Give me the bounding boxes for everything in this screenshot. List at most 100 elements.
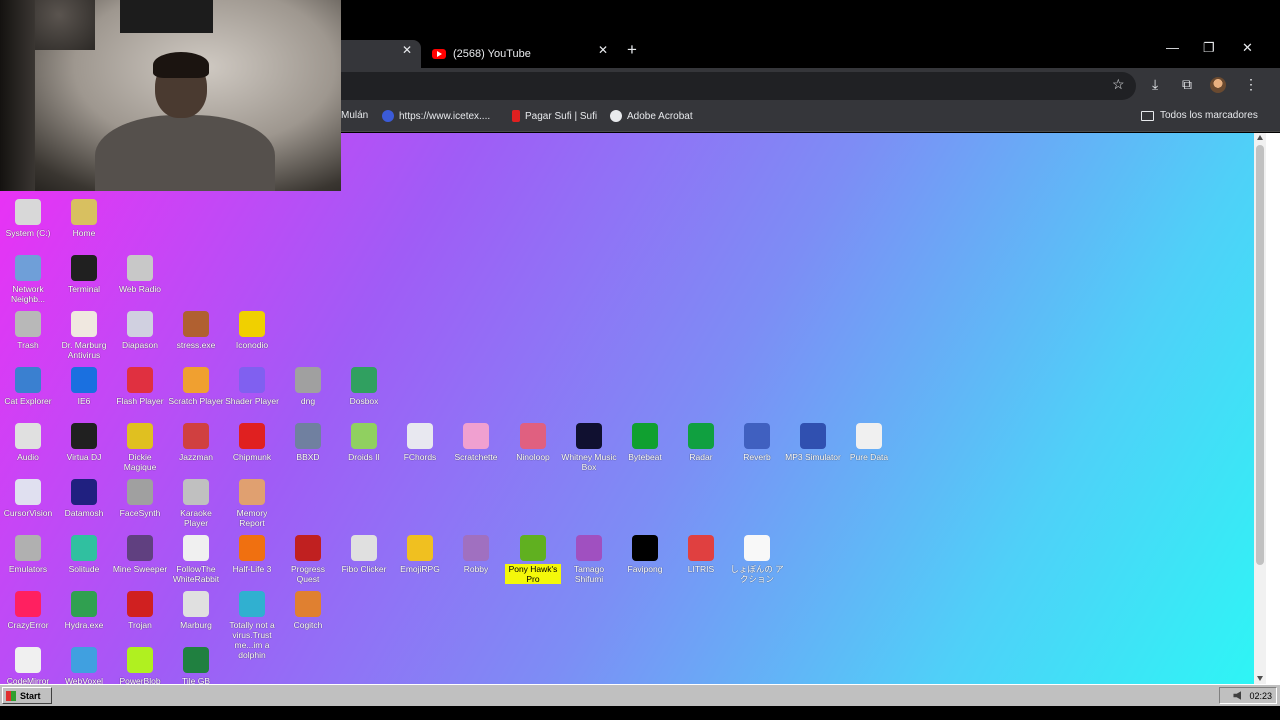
desktop-icon-droids-ii[interactable]: Droids II bbox=[336, 423, 392, 462]
desktop-icon-follow-the-white-rabbit[interactable]: FollowThe WhiteRabbit bbox=[168, 535, 224, 584]
minimize-button[interactable]: — bbox=[1166, 40, 1179, 55]
webcam-overlay bbox=[0, 0, 341, 191]
close-window-button[interactable]: ✕ bbox=[1242, 40, 1253, 56]
desktop-icon-crazyerror[interactable]: CrazyError bbox=[0, 591, 56, 630]
desktop-icon-shobon-action[interactable]: しょぼんの アクション bbox=[729, 535, 785, 584]
desktop-icon-chipmunk[interactable]: Chipmunk bbox=[224, 423, 280, 462]
desktop-icon-memory-report[interactable]: Memory Report bbox=[224, 479, 280, 528]
desktop-icon-trojan[interactable]: Trojan bbox=[112, 591, 168, 630]
desktop-icon-dng[interactable]: dng bbox=[280, 367, 336, 406]
desktop-icon-dolphin[interactable]: Totally not a virus.Trust me...im a dolp… bbox=[224, 591, 280, 660]
youtube-icon bbox=[432, 49, 446, 59]
desktop-icon-solitude[interactable]: Solitude bbox=[56, 535, 112, 574]
desktop-icon-label: BBXD bbox=[296, 452, 320, 462]
desktop-icon-datamosh[interactable]: Datamosh bbox=[56, 479, 112, 518]
desktop-icon-marburg[interactable]: Marburg bbox=[168, 591, 224, 630]
tab-close-icon[interactable]: ✕ bbox=[402, 43, 412, 57]
desktop-icon-tetris[interactable]: LITRIS bbox=[673, 535, 729, 574]
scroll-up-icon[interactable] bbox=[1257, 135, 1263, 140]
desktop-icon-tile-gb[interactable]: Tile GB bbox=[168, 647, 224, 686]
scrollbar-thumb[interactable] bbox=[1256, 145, 1264, 565]
bookmark-icetex[interactable]: https://www.icetex.... bbox=[382, 110, 490, 122]
desktop-icon-dosbox[interactable]: Dosbox bbox=[336, 367, 392, 406]
desktop-icon-fchords[interactable]: FChords bbox=[392, 423, 448, 462]
desktop-icon-terminal[interactable]: Terminal bbox=[56, 255, 112, 294]
webcam-person-hair bbox=[153, 52, 209, 78]
desktop-icon-radar[interactable]: Radar bbox=[673, 423, 729, 462]
desktop-icon-facesynth[interactable]: FaceSynth bbox=[112, 479, 168, 518]
address-bar[interactable] bbox=[341, 72, 1136, 100]
restore-button[interactable]: ❐ bbox=[1203, 40, 1215, 56]
download-icon[interactable]: ⤓ bbox=[1152, 76, 1158, 93]
profile-avatar-icon[interactable] bbox=[1210, 77, 1226, 93]
shobon-action-icon bbox=[744, 535, 770, 561]
desktop-icon-webvoxel[interactable]: WebVoxel bbox=[56, 647, 112, 686]
desktop-icon-reverb[interactable]: Reverb bbox=[729, 423, 785, 462]
desktop-icon-label: FollowThe WhiteRabbit bbox=[172, 564, 220, 584]
extension-icon[interactable]: ⧉ bbox=[1182, 76, 1192, 93]
desktop-icon-cursorvision[interactable]: CursorVision bbox=[0, 479, 56, 518]
desktop-icon-cogitch[interactable]: Cogitch bbox=[280, 591, 336, 630]
desktop-icon-bytebeat[interactable]: Bytebeat bbox=[617, 423, 673, 462]
desktop-icon-emojirpg[interactable]: EmojiRPG bbox=[392, 535, 448, 574]
desktop-icon-web-radio[interactable]: Web Radio bbox=[112, 255, 168, 294]
desktop-icon-mine-sweeper[interactable]: Mine Sweeper bbox=[112, 535, 168, 574]
desktop-icon-codemirror[interactable]: CodeMirror bbox=[0, 647, 56, 686]
desktop-icon-dr-marburg[interactable]: Dr. Marburg Antivirus bbox=[56, 311, 112, 360]
desktop-icon-label: Pony Hawk's Pro bbox=[505, 564, 561, 584]
desktop-icon-ninoloop[interactable]: Ninoloop bbox=[505, 423, 561, 462]
desktop-icon-mp3-simulator[interactable]: MP3 Simulator bbox=[785, 423, 841, 462]
desktop-icon-hydra-exe[interactable]: Hydra.exe bbox=[56, 591, 112, 630]
bookmark-sufi[interactable]: Pagar Sufi | Sufi bbox=[512, 110, 597, 122]
desktop-icon-jazzman[interactable]: Jazzman bbox=[168, 423, 224, 462]
desktop-icon-flash-player[interactable]: Flash Player bbox=[112, 367, 168, 406]
desktop-icon-tamago-shifumi[interactable]: Tamago Shifumi bbox=[561, 535, 617, 584]
desktop-icon-bbxd[interactable]: BBXD bbox=[280, 423, 336, 462]
desktop-icon-half-life-3[interactable]: Half-Life 3 bbox=[224, 535, 280, 574]
desktop-icon-karaoke-player[interactable]: Karaoke Player bbox=[168, 479, 224, 528]
desktop-icon-home[interactable]: Home bbox=[56, 199, 112, 238]
bookmark-acrobat[interactable]: Adobe Acrobat bbox=[610, 110, 693, 122]
desktop-icon-fibo-clicker[interactable]: Fibo Clicker bbox=[336, 535, 392, 574]
desktop-icon-virtua-dj[interactable]: Virtua DJ bbox=[56, 423, 112, 462]
bytebeat-icon bbox=[632, 423, 658, 449]
desktop-icon-label: Half-Life 3 bbox=[232, 564, 272, 574]
desktop-icon-whitney-music-box[interactable]: Whitney Music Box bbox=[561, 423, 617, 472]
desktop-icon-robby[interactable]: Robby bbox=[448, 535, 504, 574]
desktop-icon-shader-player[interactable]: Shader Player bbox=[224, 367, 280, 406]
desktop-icon-scratchette[interactable]: Scratchette bbox=[448, 423, 504, 462]
all-bookmarks-folder[interactable]: Todos los marcadores bbox=[1141, 110, 1258, 121]
menu-kebab-icon[interactable]: ⋮ bbox=[1244, 76, 1258, 93]
bookmark-star-icon[interactable]: ☆ bbox=[1112, 76, 1125, 93]
bookmark-mulan[interactable]: Mulán bbox=[341, 110, 368, 121]
desktop-icon-progress-quest[interactable]: Progress Quest bbox=[280, 535, 336, 584]
desktop-icon-scratch-player[interactable]: Scratch Player bbox=[168, 367, 224, 406]
desktop-icon-dickie-magique[interactable]: Dickie Magique bbox=[112, 423, 168, 472]
desktop-icon-ie6[interactable]: IE6 bbox=[56, 367, 112, 406]
desktop-icon-powerblob[interactable]: PowerBlob bbox=[112, 647, 168, 686]
desktop-icon-trash[interactable]: Trash bbox=[0, 311, 56, 350]
tamago-shifumi-icon bbox=[576, 535, 602, 561]
desktop-icon-favipong[interactable]: Favipong bbox=[617, 535, 673, 574]
desktop-icon-audio[interactable]: Audio bbox=[0, 423, 56, 462]
desktop-icon-label: Scratch Player bbox=[168, 396, 224, 406]
new-tab-button[interactable]: + bbox=[627, 40, 637, 60]
tab-youtube[interactable]: (2568) YouTube bbox=[422, 40, 618, 68]
system-tray: 02:23 bbox=[1219, 687, 1277, 704]
desktop-icon-emulators[interactable]: Emulators bbox=[0, 535, 56, 574]
desktop-icon-diapason[interactable]: Diapason bbox=[112, 311, 168, 350]
facesynth-icon bbox=[127, 479, 153, 505]
page-scrollbar[interactable] bbox=[1254, 133, 1266, 684]
start-button[interactable]: Start bbox=[2, 687, 52, 704]
desktop-icon-pure-data[interactable]: Pure Data bbox=[841, 423, 897, 462]
desktop-icon-stress-exe[interactable]: stress.exe bbox=[168, 311, 224, 350]
desktop-icon-system-c[interactable]: System (C:) bbox=[0, 199, 56, 238]
desktop-icon-network-neighborhood[interactable]: Network Neighb... bbox=[0, 255, 56, 304]
desktop-icon-cat-explorer[interactable]: Cat Explorer bbox=[0, 367, 56, 406]
desktop-icon-pony-hawks-pro[interactable]: Pony Hawk's Pro bbox=[505, 535, 561, 584]
jazzman-icon bbox=[183, 423, 209, 449]
tab-youtube-close-icon[interactable]: ✕ bbox=[598, 43, 608, 57]
speaker-icon[interactable] bbox=[1233, 691, 1242, 700]
desktop-icon-iconodio[interactable]: Iconodio bbox=[224, 311, 280, 350]
scroll-down-icon[interactable] bbox=[1257, 676, 1263, 681]
